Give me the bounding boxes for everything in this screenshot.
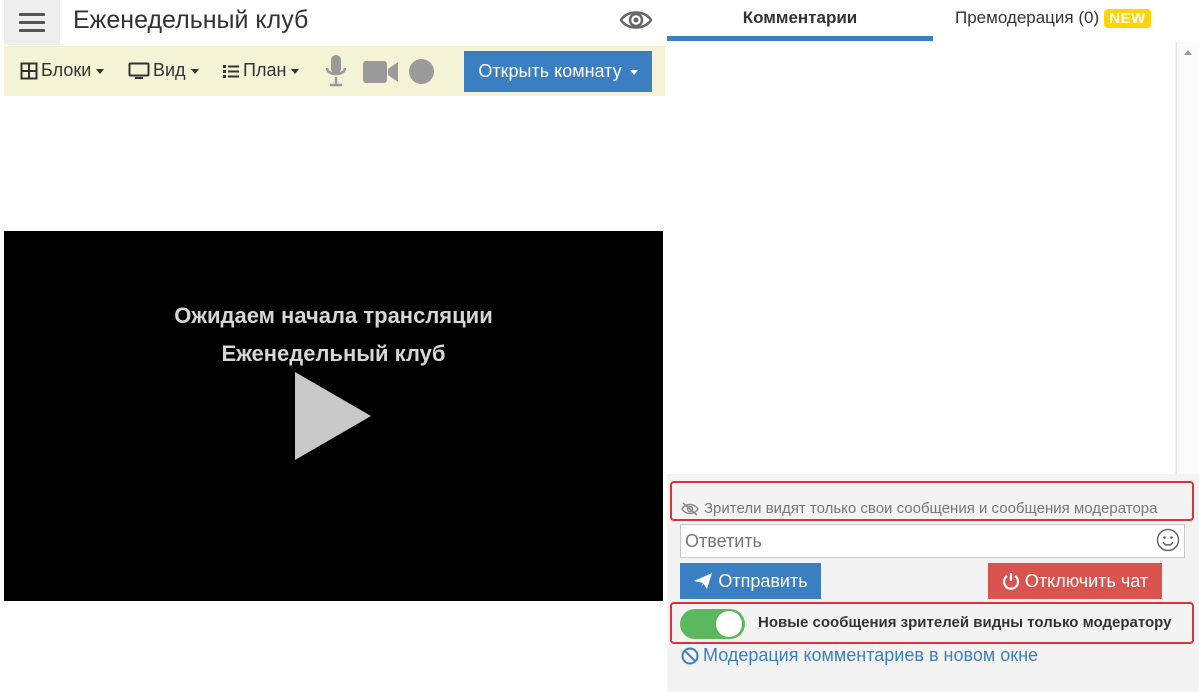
chevron-down-icon [291,69,300,74]
monitor-icon [128,62,150,79]
eye-icon[interactable] [619,6,653,34]
tab-premoderation[interactable]: Премодерация (0) NEW [955,8,1151,28]
stream-title: Еженедельный клуб [221,341,446,366]
record-icon[interactable] [408,58,435,85]
hamburger-menu-icon[interactable] [4,0,60,45]
toggle-knob [716,611,742,637]
chevron-down-icon [190,69,199,74]
tab-premoderation-label: Премодерация (0) [955,8,1100,27]
moderation-toggle[interactable] [680,609,745,639]
disable-chat-label: Отключить чат [1024,570,1149,591]
emoji-icon[interactable] [1156,528,1180,552]
chat-tabs: Комментарии Премодерация (0) NEW [667,0,1199,42]
chevron-down-icon [96,69,105,74]
video-camera-icon[interactable] [362,59,399,85]
room-header: Еженедельный клуб [0,0,665,45]
send-button[interactable]: Отправить [680,563,821,599]
view-dropdown[interactable]: Вид [128,60,199,81]
plan-dropdown[interactable]: План [222,60,300,81]
chat-panel: Комментарии Премодерация (0) NEW Зрители… [667,0,1199,692]
open-room-label: Открыть комнату [478,61,622,81]
paper-plane-icon [694,573,713,589]
microphone-icon[interactable] [325,54,347,88]
moderation-new-window-link[interactable]: Модерация комментариев в новом окне [681,645,1038,666]
open-room-button[interactable]: Открыть комнату [464,51,652,92]
waiting-message: Ожидаем начала трансляции [174,303,493,328]
broadcast-panel: Еженедельный клуб Блоки Вид План Открыть… [0,0,665,692]
video-player[interactable]: Ожидаем начала трансляции Еженедельный к… [4,231,663,601]
moderation-link-text: Модерация комментариев в новом окне [703,645,1039,665]
reply-input[interactable] [680,524,1185,558]
new-badge: NEW [1104,8,1151,28]
scroll-up-arrow-icon[interactable] [1184,50,1192,55]
room-title: Еженедельный клуб [73,6,309,34]
toggle-label: Новые сообщения зрителей видны только мо… [758,614,1172,631]
blocks-label: Блоки [41,60,92,80]
ban-icon [681,647,699,664]
active-tab-indicator [667,36,933,41]
play-icon[interactable] [295,372,371,460]
disable-chat-button[interactable]: Отключить чат [988,563,1162,599]
comments-list [667,42,1175,474]
list-icon [223,64,239,78]
visibility-notice: Зрители видят только свои сообщения и со… [681,500,1157,517]
power-icon [1002,573,1019,590]
chevron-down-icon [629,70,638,75]
grid-icon [20,62,38,79]
scrollbar[interactable] [1176,42,1199,474]
send-label: Отправить [718,570,808,591]
view-label: Вид [153,60,186,80]
plan-label: План [243,60,287,80]
visibility-notice-text: Зрители видят только свои сообщения и со… [704,500,1158,517]
tab-comments-label: Комментарии [742,8,858,27]
eye-slash-icon [681,501,699,516]
blocks-dropdown[interactable]: Блоки [20,60,105,81]
